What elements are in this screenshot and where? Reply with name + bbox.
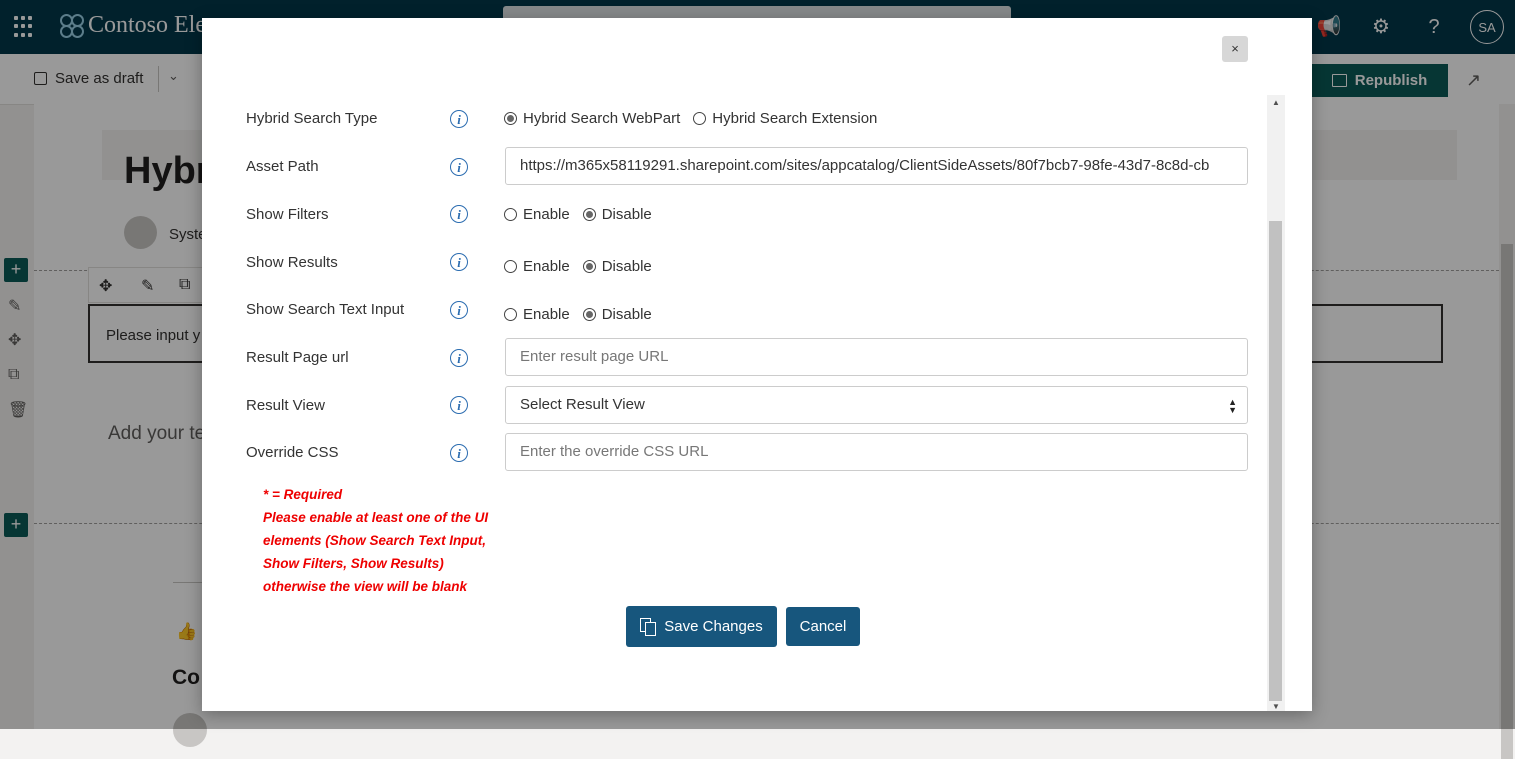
radio-enable[interactable]: Enable: [504, 306, 570, 323]
radio-button[interactable]: [582, 260, 596, 273]
show-filters-label: Show Filters: [246, 206, 329, 223]
save-icon: [640, 617, 657, 636]
radio-webpart[interactable]: Hybrid Search WebPart: [504, 110, 680, 127]
radio-disable[interactable]: Disable: [582, 258, 652, 275]
override-css-input[interactable]: Enter the override CSS URL: [505, 433, 1248, 471]
asset-path-input[interactable]: https://m365x58119291.sharepoint.com/sit…: [505, 147, 1248, 185]
radio-label: Disable: [601, 206, 652, 223]
radio-label: Enable: [523, 258, 570, 275]
radio-extension[interactable]: Hybrid Search Extension: [693, 110, 877, 127]
asset-path-label: Asset Path: [246, 158, 319, 175]
required-note: * = Required: [263, 487, 343, 502]
info-icon[interactable]: i: [450, 110, 468, 128]
validation-notes: * = Required Please enable at least one …: [263, 483, 493, 598]
dialog-scrollbar[interactable]: ▲ ▼: [1267, 95, 1285, 711]
radio-enable[interactable]: Enable: [504, 206, 570, 223]
info-icon[interactable]: i: [450, 253, 468, 271]
show-results-radio-group: Enable Disable: [504, 258, 665, 275]
info-icon[interactable]: i: [450, 301, 468, 319]
info-icon[interactable]: i: [450, 396, 468, 414]
result-view-selected: Select Result View: [520, 396, 645, 413]
info-icon[interactable]: i: [450, 349, 468, 367]
info-icon[interactable]: i: [450, 444, 468, 462]
cancel-button[interactable]: Cancel: [786, 607, 860, 646]
override-css-label: Override CSS: [246, 444, 339, 461]
search-type-radio-group: Hybrid Search WebPart Hybrid Search Exte…: [504, 110, 890, 127]
radio-button[interactable]: [693, 112, 707, 125]
warning-note: Please enable at least one of the UI ele…: [263, 510, 489, 594]
scroll-down-icon[interactable]: ▼: [1272, 702, 1280, 711]
save-changes-label: Save Changes: [664, 618, 763, 635]
show-filters-radio-group: Enable Disable: [504, 206, 665, 223]
radio-button[interactable]: [504, 112, 517, 125]
scrollbar-thumb[interactable]: [1269, 221, 1282, 701]
show-search-text-input-radio-group: Enable Disable: [504, 306, 665, 323]
radio-label: Enable: [523, 306, 570, 323]
info-icon[interactable]: i: [450, 205, 468, 223]
radio-button[interactable]: [582, 308, 596, 321]
result-page-url-label: Result Page url: [246, 349, 349, 366]
info-icon[interactable]: i: [450, 158, 468, 176]
result-view-select[interactable]: Select Result View ▲ ▼: [505, 386, 1248, 424]
sort-arrows-icon: ▲ ▼: [1228, 397, 1237, 415]
radio-disable[interactable]: Disable: [582, 206, 652, 223]
result-view-label: Result View: [246, 397, 325, 414]
save-changes-button[interactable]: Save Changes: [626, 606, 777, 647]
close-button[interactable]: ×: [1222, 36, 1248, 62]
radio-button[interactable]: [504, 208, 517, 221]
scroll-up-icon[interactable]: ▲: [1272, 98, 1280, 107]
radio-label: Hybrid Search Extension: [712, 110, 878, 127]
radio-disable[interactable]: Disable: [582, 306, 652, 323]
radio-label: Enable: [523, 206, 570, 223]
search-type-label: Hybrid Search Type: [246, 110, 378, 127]
radio-label: Disable: [601, 306, 652, 323]
radio-button[interactable]: [582, 208, 596, 221]
result-page-url-input[interactable]: Enter result page URL: [505, 338, 1248, 376]
radio-button[interactable]: [504, 260, 517, 273]
settings-dialog: × ▲ ▼ Hybrid Search Type i Hybrid Search…: [202, 18, 1312, 711]
radio-button[interactable]: [504, 308, 517, 321]
show-results-label: Show Results: [246, 254, 338, 271]
radio-label: Disable: [601, 258, 652, 275]
show-search-text-input-label: Show Search Text Input: [246, 301, 405, 318]
radio-enable[interactable]: Enable: [504, 258, 570, 275]
radio-label: Hybrid Search WebPart: [523, 110, 681, 127]
